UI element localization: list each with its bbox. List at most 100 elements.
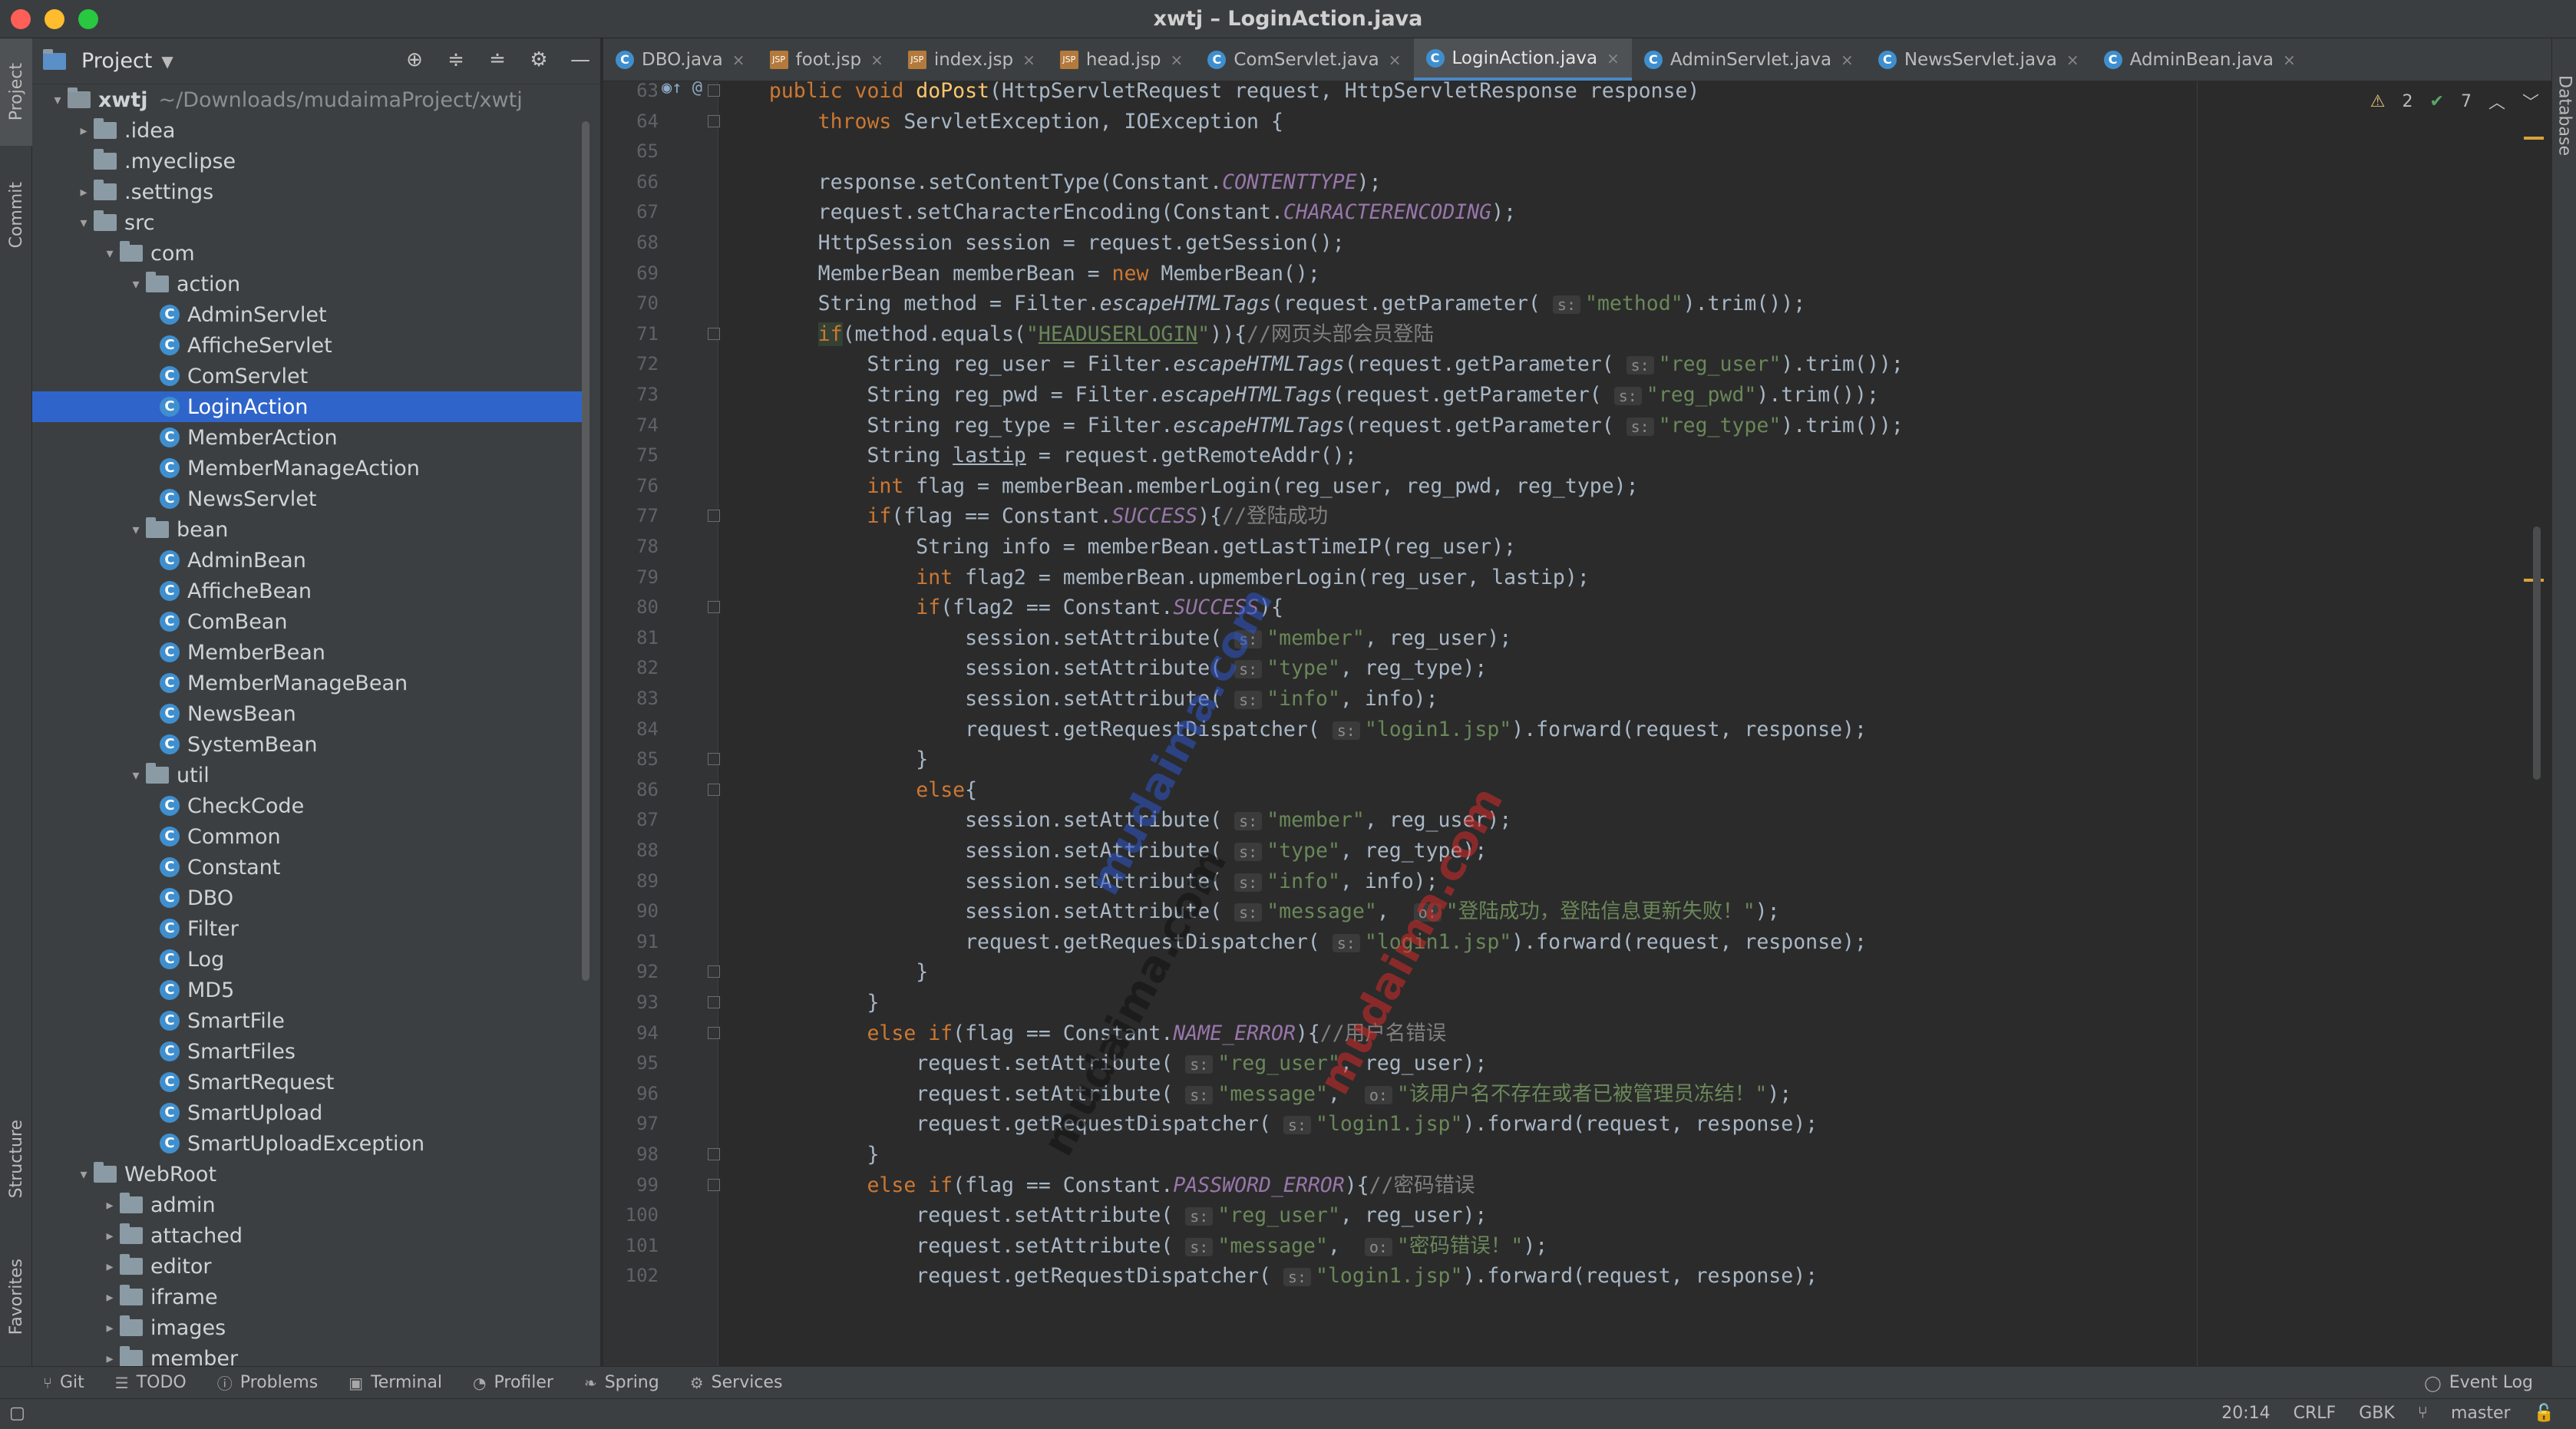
gutter-row[interactable]: 86 bbox=[603, 774, 720, 807]
project-tool-tab[interactable]: Project bbox=[0, 38, 32, 146]
tree-item[interactable]: C AdminServlet bbox=[32, 299, 585, 330]
gutter-row[interactable]: 102 bbox=[603, 1260, 718, 1292]
tree-item[interactable]: ▸ iframe bbox=[32, 1282, 585, 1312]
tree-item[interactable]: C DBO bbox=[32, 883, 585, 913]
code-line[interactable]: if(flag == Constant.SUCCESS){//登陆成功 bbox=[720, 500, 1328, 533]
close-tab-icon[interactable]: × bbox=[1389, 51, 1402, 69]
tree-item[interactable]: C ComServlet bbox=[32, 361, 585, 391]
zoom-window-button[interactable] bbox=[78, 9, 98, 29]
close-tab-icon[interactable]: × bbox=[732, 51, 745, 69]
tool-window-button[interactable]: ⚙ Services bbox=[690, 1373, 783, 1392]
code-line[interactable]: request.getRequestDispatcher( s: "login1.… bbox=[720, 714, 1867, 746]
gutter-row[interactable]: 87 bbox=[603, 804, 718, 837]
tree-item[interactable]: C MD5 bbox=[32, 975, 585, 1005]
gutter-row[interactable]: 88 bbox=[603, 835, 718, 867]
caret-position[interactable]: 20:14 bbox=[2221, 1404, 2270, 1423]
code-line[interactable]: session.setAttribute( s: "message", o: "登陆… bbox=[720, 896, 1780, 928]
code-line[interactable]: else if(flag == Constant.PASSWORD_ERROR)… bbox=[720, 1170, 1475, 1202]
tree-item[interactable]: ▾ com bbox=[32, 238, 585, 269]
code-line[interactable]: request.getRequestDispatcher( s: "login1.… bbox=[720, 926, 1867, 959]
close-tab-icon[interactable]: × bbox=[870, 51, 883, 69]
gutter-row[interactable]: 65 bbox=[603, 136, 718, 168]
gutter-row[interactable]: 90 bbox=[603, 896, 718, 928]
gutter-row[interactable]: 100 bbox=[603, 1200, 718, 1232]
tree-item[interactable]: C Log bbox=[32, 944, 585, 975]
git-branch[interactable]: master bbox=[2451, 1404, 2511, 1423]
fold-marker-icon[interactable] bbox=[708, 601, 720, 613]
tree-item[interactable]: ▾ xwtj ~/Downloads/mudaimaProject/xwtj bbox=[32, 84, 585, 115]
editor-tab[interactable]: C LoginAction.java × bbox=[1413, 38, 1632, 81]
gutter-row[interactable]: 68 bbox=[603, 227, 718, 259]
layout-toggle-icon[interactable]: ▢ bbox=[9, 1404, 25, 1423]
tree-item[interactable]: C MemberManageAction bbox=[32, 453, 585, 483]
gutter-row[interactable]: 69 bbox=[603, 258, 718, 290]
event-log-button[interactable]: ◯ Event Log bbox=[2424, 1373, 2533, 1392]
gutter-row[interactable]: 84 bbox=[603, 714, 718, 746]
commit-tool-tab[interactable]: Commit bbox=[0, 161, 32, 269]
code-line[interactable]: String reg_user = Filter.escapeHTMLTags(… bbox=[720, 348, 1903, 381]
chevron-down-icon[interactable]: ▾ bbox=[126, 522, 146, 538]
close-tab-icon[interactable]: × bbox=[2066, 51, 2079, 69]
tool-window-button[interactable]: ❧ Spring bbox=[584, 1373, 659, 1392]
minimize-icon[interactable]: — bbox=[568, 48, 593, 72]
code-line[interactable]: if(method.equals("HEADUSERLOGIN")){//网页头… bbox=[720, 318, 1434, 351]
code-line[interactable]: session.setAttribute( s: "type", reg_type… bbox=[720, 652, 1487, 685]
code-line[interactable]: String method = Filter.escapeHTMLTags(re… bbox=[720, 288, 1806, 320]
fold-marker-icon[interactable] bbox=[708, 328, 720, 340]
gutter-row[interactable]: 72 bbox=[603, 348, 718, 381]
fold-marker-icon[interactable] bbox=[708, 996, 720, 1008]
structure-tool-tab[interactable]: Structure bbox=[0, 1097, 32, 1220]
tree-item[interactable]: C AdminBean bbox=[32, 545, 585, 576]
chevron-down-icon[interactable]: ▾ bbox=[100, 246, 120, 262]
gutter-row[interactable]: 95 bbox=[603, 1048, 718, 1080]
tree-item[interactable]: C LoginAction bbox=[32, 391, 585, 422]
gutter-row[interactable]: 63 ◉↑ @ bbox=[603, 81, 720, 107]
close-tab-icon[interactable]: × bbox=[2283, 51, 2296, 69]
tree-item[interactable]: C CheckCode bbox=[32, 790, 585, 821]
code-line[interactable]: String info = memberBean.getLastTimeIP(r… bbox=[720, 531, 1516, 563]
tree-item[interactable]: ▾ src bbox=[32, 207, 585, 238]
code-line[interactable]: } bbox=[720, 744, 928, 776]
fold-marker-icon[interactable] bbox=[708, 84, 720, 97]
editor-tab[interactable]: C DBO.java × bbox=[603, 38, 758, 81]
tree-item[interactable]: C NewsBean bbox=[32, 698, 585, 729]
tool-window-button[interactable]: ◔ Profiler bbox=[473, 1373, 553, 1392]
code-area[interactable]: public void doPost(HttpServletRequest re… bbox=[720, 81, 2447, 1366]
code-line[interactable]: } bbox=[720, 1139, 879, 1171]
fold-marker-icon[interactable] bbox=[708, 510, 720, 522]
line-separator[interactable]: CRLF bbox=[2294, 1404, 2337, 1423]
chevron-down-icon[interactable]: ▾ bbox=[74, 1167, 94, 1183]
gear-icon[interactable]: ⚙ bbox=[527, 48, 551, 72]
gutter-row[interactable]: 99 bbox=[603, 1170, 720, 1202]
chevron-right-icon[interactable]: ▸ bbox=[100, 1351, 120, 1367]
editor-tab[interactable]: JSP head.jsp × bbox=[1048, 38, 1195, 81]
override-marker-icon[interactable]: ◉↑ @ bbox=[662, 81, 702, 97]
collapse-all-icon[interactable]: ≐ bbox=[485, 48, 510, 72]
chevron-down-icon[interactable]: ▼ bbox=[161, 52, 173, 71]
code-line[interactable]: } bbox=[720, 956, 928, 988]
code-line[interactable]: String lastip = request.getRemoteAddr(); bbox=[720, 440, 1356, 472]
gutter-row[interactable]: 92 bbox=[603, 956, 720, 988]
code-line[interactable]: int flag2 = memberBean.upmemberLogin(reg… bbox=[720, 562, 1590, 594]
project-tree-scrollbar[interactable] bbox=[582, 121, 590, 981]
editor-tab[interactable]: C AdminBean.java × bbox=[2092, 38, 2308, 81]
gutter-row[interactable]: 91 bbox=[603, 926, 718, 959]
tree-item[interactable]: C Filter bbox=[32, 913, 585, 944]
code-line[interactable]: } bbox=[720, 987, 879, 1019]
code-line[interactable]: request.setAttribute( s: "message", o: "密码… bbox=[720, 1230, 1547, 1262]
chevron-right-icon[interactable]: ▸ bbox=[100, 1197, 120, 1213]
code-line[interactable]: HttpSession session = request.getSession… bbox=[720, 227, 1345, 259]
tree-item[interactable]: ▾ WebRoot bbox=[32, 1159, 585, 1190]
target-icon[interactable]: ⊕ bbox=[402, 48, 427, 72]
tree-item[interactable]: C MemberAction bbox=[32, 422, 585, 453]
gutter-row[interactable]: 89 bbox=[603, 866, 718, 898]
tree-item[interactable]: C NewsServlet bbox=[32, 483, 585, 514]
tool-window-button[interactable]: ▣ Terminal bbox=[348, 1373, 442, 1392]
code-line[interactable]: session.setAttribute( s: "info", info); bbox=[720, 866, 1438, 898]
code-line[interactable]: String reg_pwd = Filter.escapeHTMLTags(r… bbox=[720, 379, 1878, 411]
fold-marker-icon[interactable] bbox=[708, 784, 720, 796]
tree-item[interactable]: C ComBean bbox=[32, 606, 585, 637]
chevron-down-icon[interactable]: ▾ bbox=[126, 276, 146, 292]
editor-tab[interactable]: C AdminServlet.java × bbox=[1632, 38, 1866, 81]
minimize-window-button[interactable] bbox=[45, 9, 64, 29]
